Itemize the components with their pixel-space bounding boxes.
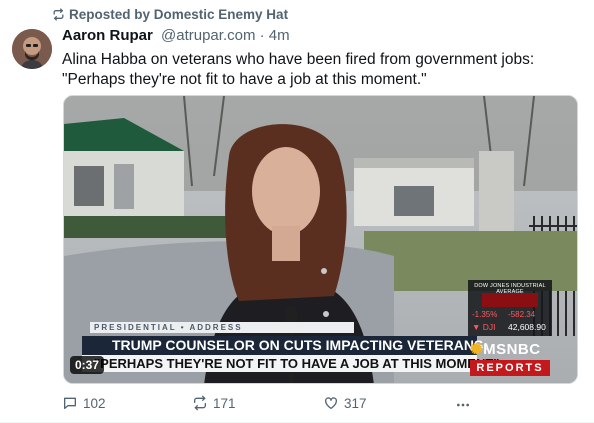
author-name[interactable]: Aaron Rupar [62, 27, 153, 44]
network-name: MSNBC [483, 341, 541, 358]
post-text: Alina Habba on veterans who have been fi… [62, 51, 535, 88]
ticker-pct: -1.35% [472, 310, 498, 319]
repost-button[interactable]: 171 [192, 395, 236, 411]
author-handle[interactable]: @atrupar.com [161, 27, 255, 44]
repost-indicator[interactable]: Reposted by Domestic Enemy Hat [52, 7, 288, 22]
chyron-kicker: PRESIDENTIAL • ADDRESS [90, 322, 354, 333]
ticker-change: -582.34 [508, 310, 536, 319]
stock-ticker: DOW JONES INDUSTRIAL AVERAGE -1.35% -582.… [468, 280, 552, 336]
post-actions: 102 171 317 [62, 395, 482, 415]
more-icon [457, 403, 469, 407]
repost-count: 171 [213, 395, 236, 411]
chyron-headline: TRUMP COUNSELOR ON CUTS IMPACTING VETERA… [82, 336, 488, 355]
video-player[interactable]: PRESIDENTIAL • ADDRESS TRUMP COUNSELOR O… [63, 95, 578, 384]
reply-icon [64, 397, 76, 409]
avatar[interactable] [12, 29, 52, 69]
ticker-value: 42,608.90 [508, 322, 546, 332]
post-time[interactable]: 4m [269, 27, 290, 44]
like-button[interactable]: 317 [323, 395, 367, 411]
ticker-chart [482, 293, 538, 307]
show-name: REPORTS [470, 360, 550, 376]
time-separator: · [255, 27, 269, 44]
repost-icon [53, 8, 64, 21]
like-count: 317 [344, 395, 367, 411]
peacock-icon: ✺ [470, 341, 484, 358]
ticker-symbol: ▼ DJI [472, 322, 496, 332]
repost-text: Reposted by Domestic Enemy Hat [69, 7, 289, 22]
reply-button[interactable]: 102 [62, 395, 106, 411]
repost-icon [194, 395, 206, 411]
chyron-quote: "PERHAPS THEY'RE NOT FIT TO HAVE A JOB A… [82, 355, 499, 372]
video-duration: 0:37 [70, 356, 105, 374]
heart-icon [325, 397, 337, 409]
more-options-button[interactable] [453, 395, 473, 415]
post-header: Aaron Rupar @atrupar.com · 4m [62, 27, 290, 44]
network-logo: ✺MSNBC REPORTS [470, 340, 554, 376]
reply-count: 102 [83, 395, 106, 411]
